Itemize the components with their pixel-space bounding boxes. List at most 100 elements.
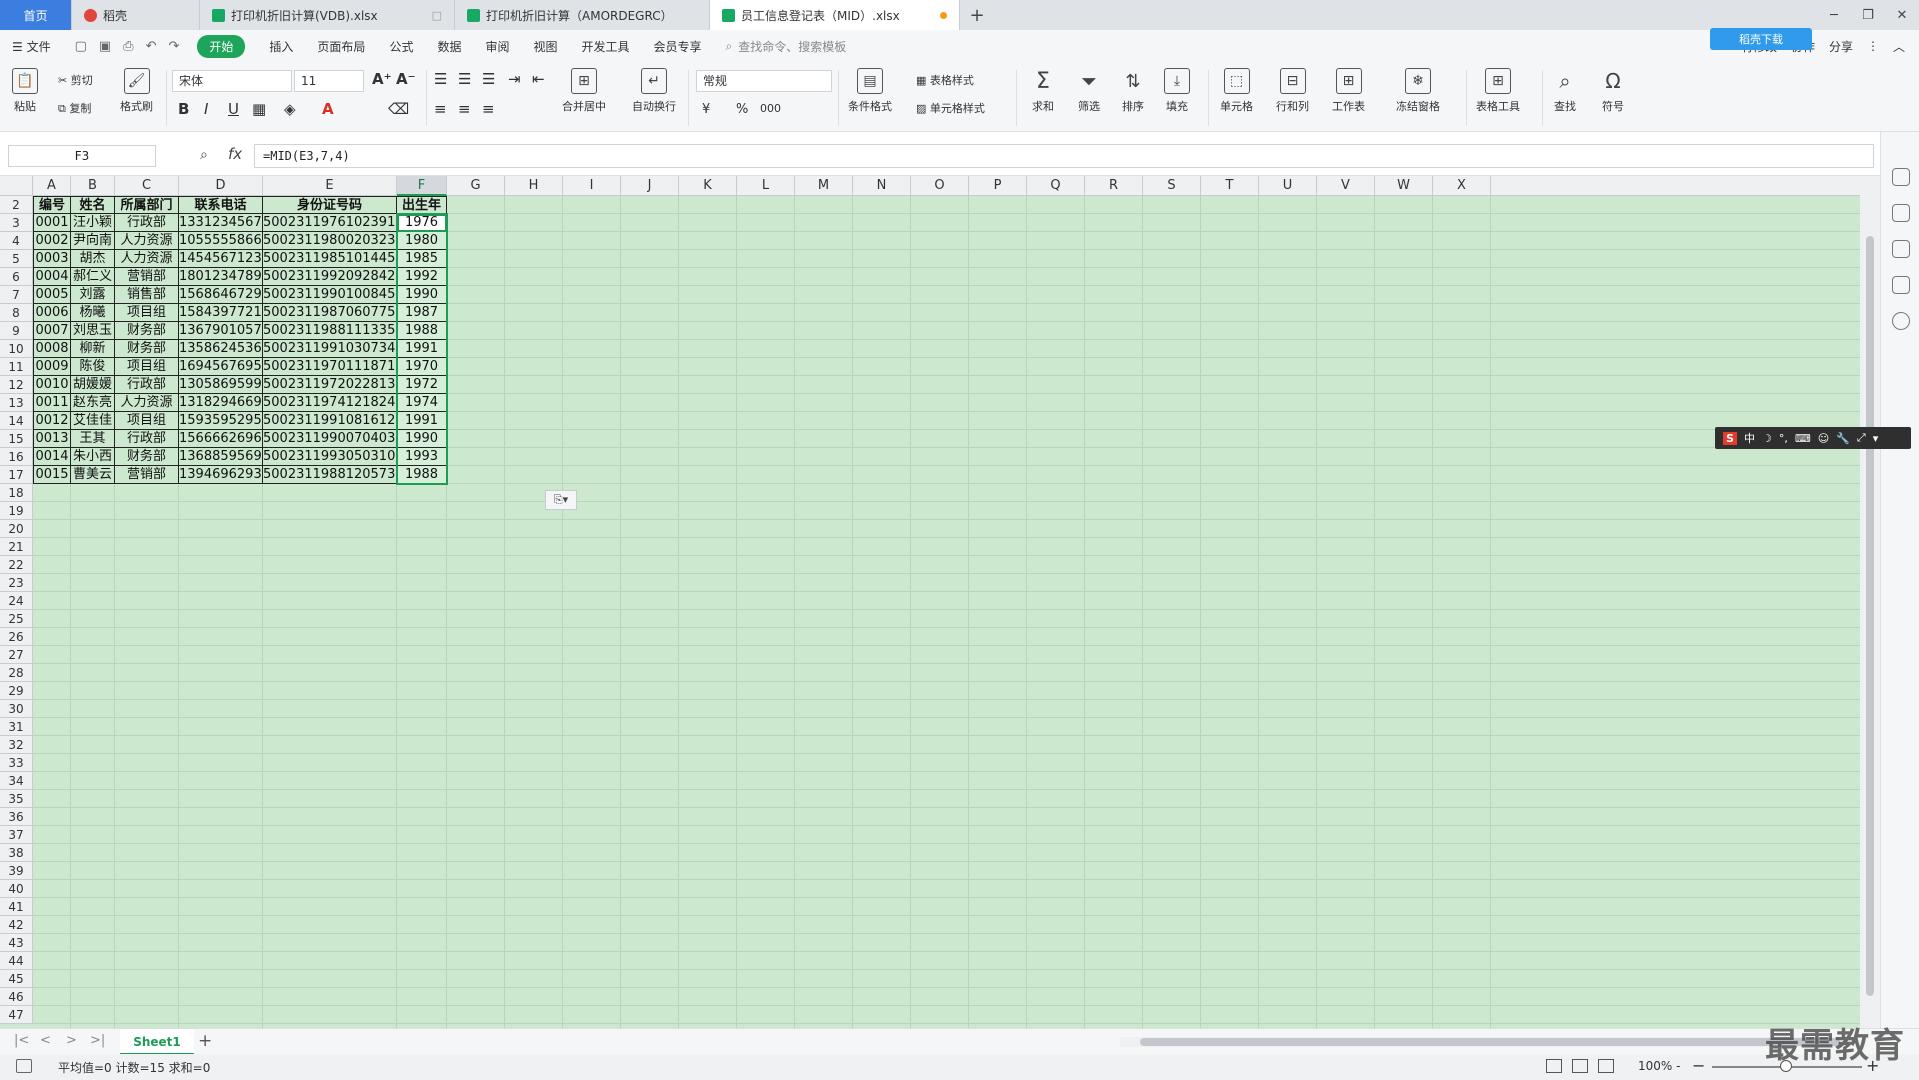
tab-start[interactable]: 开始 [197, 34, 246, 58]
select-all-corner[interactable] [0, 176, 33, 196]
table-cell[interactable]: 1987 [397, 304, 447, 322]
table-cell[interactable]: 500231198811133569 [263, 322, 397, 340]
ime-lang-toggle[interactable]: 中 [1744, 430, 1755, 446]
table-cell[interactable]: 胡杰 [71, 250, 115, 268]
column-header[interactable]: U [1259, 176, 1317, 196]
clear-format-icon[interactable]: ⌫ [388, 100, 409, 118]
command-search-input[interactable]: 查找命令、搜索模板 [738, 38, 846, 55]
table-cell[interactable]: 1992 [397, 268, 447, 286]
table-cell[interactable]: 13058695996 [179, 376, 263, 394]
name-box[interactable]: F3 [8, 145, 156, 167]
table-cell[interactable]: 500231198812057305 [263, 466, 397, 484]
paste-options-button[interactable]: ⎘▾ [545, 490, 577, 510]
table-cell[interactable]: 13946962932 [179, 466, 263, 484]
formula-input[interactable]: =MID(E3,7,4) [254, 144, 1874, 168]
page-break-view-icon[interactable] [1598, 1059, 1614, 1073]
table-cell[interactable]: 500231199103073416 [263, 340, 397, 358]
row-header[interactable]: 36 [0, 808, 33, 826]
table-cell[interactable]: 人力资源 [115, 250, 179, 268]
table-cell[interactable]: 汪小颖 [71, 214, 115, 232]
first-sheet-button[interactable]: |< [14, 1033, 29, 1048]
close-window-button[interactable]: ✕ [1885, 8, 1919, 23]
fill-color-icon[interactable]: ◈ [284, 100, 296, 118]
column-header[interactable]: P [969, 176, 1027, 196]
column-header[interactable]: R [1085, 176, 1143, 196]
column-header[interactable]: K [679, 176, 737, 196]
prev-sheet-button[interactable]: < [40, 1033, 51, 1048]
row-header[interactable]: 31 [0, 718, 33, 736]
row-header[interactable]: 46 [0, 988, 33, 1006]
table-cell[interactable]: 500231199108161229 [263, 412, 397, 430]
table-cell[interactable]: 1985 [397, 250, 447, 268]
table-header-cell[interactable]: 身份证号码 [263, 196, 397, 214]
thousands-button[interactable]: 000 [760, 102, 781, 115]
align-right-icon[interactable]: ≡ [482, 100, 495, 118]
filter-button[interactable]: ⏷ 筛选 [1076, 68, 1102, 114]
row-col-button[interactable]: ⊟ 行和列 [1276, 68, 1309, 114]
redo-icon[interactable]: ↷ [168, 39, 179, 54]
table-cell[interactable]: 16945676952 [179, 358, 263, 376]
cond-format-button[interactable]: ▤ 条件格式 [848, 68, 892, 114]
table-cell[interactable]: 赵东亮 [71, 394, 115, 412]
tab-data[interactable]: 数据 [437, 38, 461, 55]
row-header[interactable]: 13 [0, 394, 33, 412]
table-cell[interactable]: 1974 [397, 394, 447, 412]
column-header[interactable]: B [71, 176, 115, 196]
copy-button[interactable]: ⧉ 复制 [58, 100, 91, 116]
tab-developer[interactable]: 开发工具 [582, 38, 630, 55]
row-header[interactable]: 47 [0, 1006, 33, 1024]
table-cell[interactable]: 14545671236 [179, 250, 263, 268]
bold-button[interactable]: B [178, 100, 189, 118]
table-cell[interactable]: 500231198706077546 [263, 304, 397, 322]
row-header[interactable]: 40 [0, 880, 33, 898]
table-cell[interactable]: 1988 [397, 466, 447, 484]
tab-formulas[interactable]: 公式 [389, 38, 413, 55]
column-header[interactable]: G [447, 176, 505, 196]
table-cell[interactable]: 陈俊 [71, 358, 115, 376]
table-tools-button[interactable]: ⊞ 表格工具 [1476, 68, 1520, 114]
row-header[interactable]: 4 [0, 232, 33, 250]
column-header[interactable]: J [621, 176, 679, 196]
table-cell[interactable]: 1972 [397, 376, 447, 394]
fill-button[interactable]: ⤓ 填充 [1164, 68, 1190, 114]
new-tab-button[interactable]: + [960, 0, 994, 30]
row-header[interactable]: 8 [0, 304, 33, 322]
table-cell[interactable]: 18012347896 [179, 268, 263, 286]
column-header[interactable]: C [115, 176, 179, 196]
table-cell[interactable]: 行政部 [115, 430, 179, 448]
ime-user-icon[interactable]: ☺ [1818, 432, 1829, 445]
table-cell[interactable]: 1991 [397, 340, 447, 358]
row-header[interactable]: 23 [0, 574, 33, 592]
zoom-out-button[interactable]: − [1692, 1056, 1705, 1075]
row-header[interactable]: 6 [0, 268, 33, 286]
column-header[interactable]: S [1143, 176, 1201, 196]
font-size-select[interactable]: 11 [294, 70, 364, 92]
table-cell[interactable]: 500231199305031068 [263, 448, 397, 466]
table-cell[interactable]: 13182946695 [179, 394, 263, 412]
row-header[interactable]: 32 [0, 736, 33, 754]
table-cell[interactable]: 朱小西 [71, 448, 115, 466]
align-middle-icon[interactable]: ☰ [458, 70, 471, 88]
table-cell[interactable]: 财务部 [115, 448, 179, 466]
row-header[interactable]: 39 [0, 862, 33, 880]
tab-member[interactable]: 会员专享 [654, 38, 702, 55]
column-header[interactable]: D [179, 176, 263, 196]
table-cell[interactable]: 郝仁义 [71, 268, 115, 286]
align-bottom-icon[interactable]: ☰ [482, 70, 495, 88]
print-icon[interactable]: ⎙ [123, 39, 133, 54]
column-header[interactable]: V [1317, 176, 1375, 196]
next-sheet-button[interactable]: > [66, 1033, 77, 1048]
row-header[interactable]: 19 [0, 502, 33, 520]
row-header[interactable]: 9 [0, 322, 33, 340]
table-cell[interactable]: 0010 [33, 376, 71, 394]
align-left-icon[interactable]: ≡ [434, 100, 447, 118]
undo-icon[interactable]: ↶ [146, 39, 157, 54]
underline-button[interactable]: U [228, 100, 239, 118]
table-cell[interactable]: 销售部 [115, 286, 179, 304]
column-header[interactable]: A [33, 176, 71, 196]
align-center-icon[interactable]: ≡ [458, 100, 471, 118]
tab-review[interactable]: 审阅 [485, 38, 509, 55]
table-cell[interactable]: 13679010576 [179, 322, 263, 340]
column-header[interactable]: T [1201, 176, 1259, 196]
table-cell[interactable]: 15686467298 [179, 286, 263, 304]
